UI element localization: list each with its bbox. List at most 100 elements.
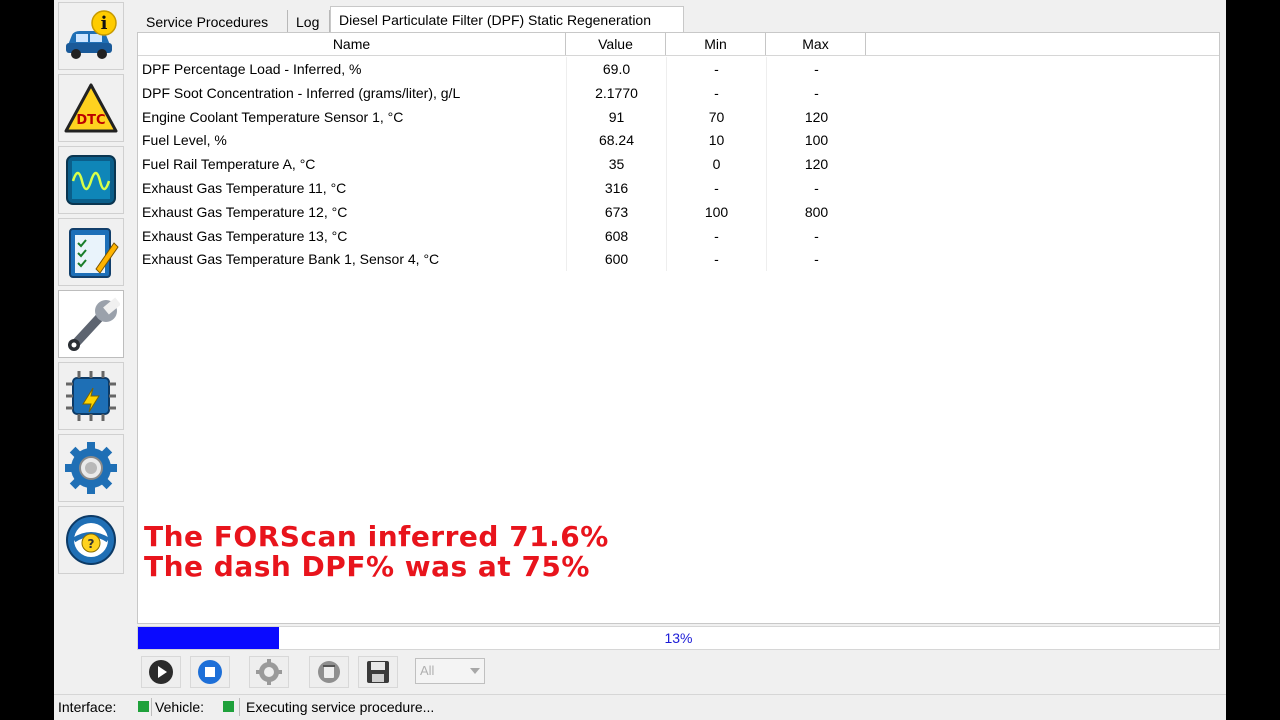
filter-select[interactable]: All xyxy=(415,658,485,684)
column-header-value[interactable]: Value xyxy=(566,33,666,55)
cell-value: 600 xyxy=(566,247,666,272)
sidebar-item-module-config[interactable] xyxy=(58,362,124,430)
column-header-max[interactable]: Max xyxy=(766,33,866,55)
cell-max: - xyxy=(766,80,866,105)
table-row[interactable]: Exhaust Gas Temperature 12, °C 673 100 800 xyxy=(138,199,868,224)
cell-name: Exhaust Gas Temperature 12, °C xyxy=(142,203,348,220)
cell-name: Fuel Level, % xyxy=(142,132,227,149)
status-bar: Interface: Vehicle: Executing service pr… xyxy=(54,694,1226,720)
run-button[interactable] xyxy=(141,656,181,688)
svg-text:?: ? xyxy=(88,537,95,551)
svg-text:i: i xyxy=(101,13,108,34)
cell-name: Exhaust Gas Temperature Bank 1, Sensor 4… xyxy=(142,251,440,268)
cell-value: 91 xyxy=(566,104,666,129)
cell-name: Engine Coolant Temperature Sensor 1, °C xyxy=(142,108,404,125)
progress-bar: 13% xyxy=(137,626,1220,650)
cell-min: 10 xyxy=(666,128,766,153)
vehicle-status-indicator xyxy=(223,701,234,712)
sidebar-item-help[interactable]: ? xyxy=(58,506,124,574)
chevron-down-icon xyxy=(470,668,480,674)
forscan-window: i DTC ? Service Procedures Log Diesel Pa… xyxy=(54,0,1226,720)
status-message: Executing service procedure... xyxy=(246,699,435,715)
cell-max: 120 xyxy=(766,152,866,177)
column-header-min[interactable]: Min xyxy=(666,33,766,55)
dtc-icon: DTC xyxy=(64,83,118,133)
cell-value: 69.0 xyxy=(566,57,666,81)
table-row[interactable]: Engine Coolant Temperature Sensor 1, °C 9… xyxy=(138,104,868,129)
save-button[interactable] xyxy=(358,656,398,688)
column-header-name[interactable]: Name xyxy=(138,33,566,55)
help-icon: ? xyxy=(66,515,116,565)
cell-min: 100 xyxy=(666,199,766,224)
cell-value: 608 xyxy=(566,223,666,248)
filter-select-value: All xyxy=(420,663,435,678)
vehicle-info-icon: i xyxy=(66,10,117,59)
cell-max: - xyxy=(766,247,866,272)
settings-gear-icon xyxy=(65,442,117,494)
cell-min: 70 xyxy=(666,104,766,129)
sidebar-item-dtc[interactable]: DTC xyxy=(58,74,124,142)
cell-name: Exhaust Gas Temperature 11, °C xyxy=(142,180,347,196)
checklist-icon xyxy=(69,228,119,278)
status-divider xyxy=(151,698,152,716)
stop-button[interactable] xyxy=(190,656,230,688)
caption-line-2: The dash DPF% was at 75% xyxy=(144,550,590,583)
cell-value: 68.24 xyxy=(566,128,666,153)
interface-status-indicator xyxy=(138,701,149,712)
settings-icon xyxy=(256,659,282,685)
clear-button[interactable] xyxy=(309,656,349,688)
cell-value: 673 xyxy=(566,199,666,224)
cell-max: - xyxy=(766,223,866,248)
table-row[interactable]: Exhaust Gas Temperature 11, °C 316- - xyxy=(138,176,868,200)
caption-line-1: The FORScan inferred 71.6% xyxy=(144,520,609,553)
video-caption: The FORScan inferred 71.6% The dash DPF%… xyxy=(144,522,609,582)
table-row[interactable]: DPF Soot Concentration - Inferred (grams… xyxy=(138,80,868,105)
cell-max: - xyxy=(766,176,866,200)
cell-value: 2.1770 xyxy=(566,80,666,105)
cell-value: 316 xyxy=(566,176,666,200)
cell-min: - xyxy=(666,223,766,248)
module-config-icon xyxy=(66,371,116,421)
cell-max: 100 xyxy=(766,128,866,153)
oscilloscope-icon xyxy=(66,155,116,205)
cell-name: DPF Soot Concentration - Inferred (grams… xyxy=(142,84,461,101)
tab-service-procedures[interactable]: Service Procedures xyxy=(138,10,288,34)
configure-button[interactable] xyxy=(249,656,289,688)
table-row[interactable]: Fuel Rail Temperature A, °C 35 0 120 xyxy=(138,152,868,177)
sidebar-item-oscilloscope[interactable] xyxy=(58,146,124,214)
cell-max: 800 xyxy=(766,199,866,224)
cell-min: - xyxy=(666,57,766,81)
svg-text:DTC: DTC xyxy=(76,113,105,128)
tab-dpf-static-regeneration[interactable]: Diesel Particulate Filter (DPF) Static R… xyxy=(330,6,684,34)
stop-icon xyxy=(198,660,222,684)
clear-icon xyxy=(318,661,340,683)
play-icon xyxy=(149,660,173,684)
table-header: Name Value Min Max xyxy=(138,33,1219,56)
sidebar: i DTC ? xyxy=(54,0,126,600)
cell-min: - xyxy=(666,80,766,105)
cell-max: 120 xyxy=(766,104,866,129)
cell-min: - xyxy=(666,176,766,200)
cell-name: Exhaust Gas Temperature 13, °C xyxy=(142,227,348,244)
cell-name: Fuel Rail Temperature A, °C xyxy=(142,156,316,173)
cell-max: - xyxy=(766,57,866,81)
interface-label: Interface: xyxy=(58,699,117,715)
toolbar: All xyxy=(137,654,637,688)
cell-min: 0 xyxy=(666,152,766,177)
save-icon xyxy=(367,661,389,683)
cell-min: - xyxy=(666,247,766,272)
table-row[interactable]: DPF Percentage Load - Inferred, % 69.0- - xyxy=(138,57,868,81)
cell-value: 35 xyxy=(566,152,666,177)
sidebar-item-service[interactable] xyxy=(58,290,124,358)
table-row[interactable]: Exhaust Gas Temperature 13, °C 608- - xyxy=(138,223,868,248)
wrench-icon xyxy=(68,297,120,351)
status-divider xyxy=(239,698,240,716)
cell-name: DPF Percentage Load - Inferred, % xyxy=(142,61,362,77)
sidebar-item-vehicle-info[interactable]: i xyxy=(58,2,124,70)
tab-log[interactable]: Log xyxy=(288,10,330,34)
table-row[interactable]: Exhaust Gas Temperature Bank 1, Sensor 4… xyxy=(138,247,868,272)
progress-label: 13% xyxy=(664,630,693,646)
table-row[interactable]: Fuel Level, % 68.24 10 100 xyxy=(138,128,868,153)
sidebar-item-settings[interactable] xyxy=(58,434,124,502)
sidebar-item-checklist[interactable] xyxy=(58,218,124,286)
